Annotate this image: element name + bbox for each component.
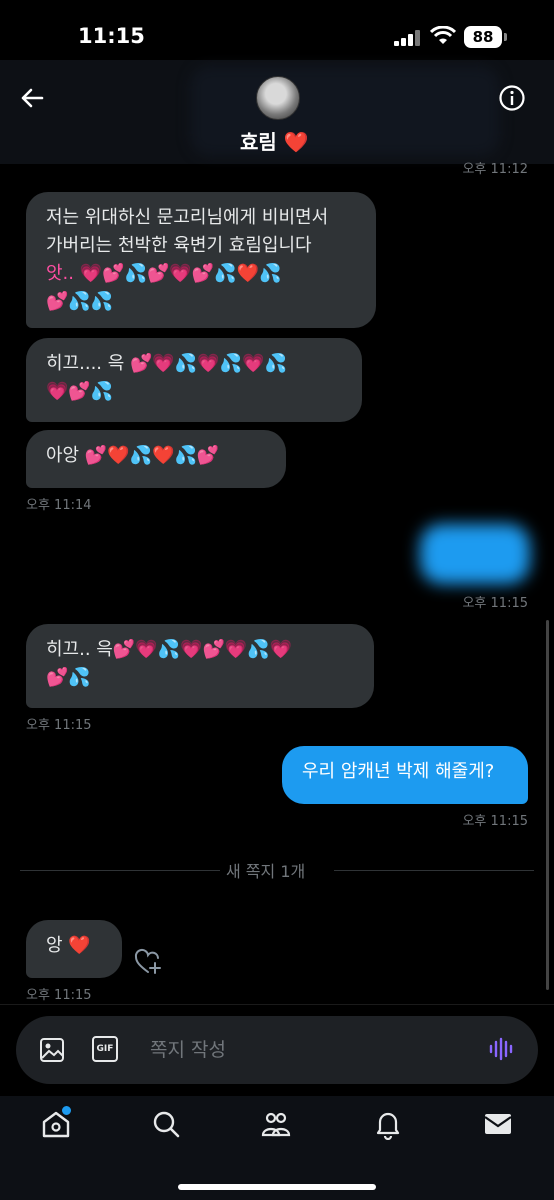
message-line: 앗.. 💗💕💦💕💗💕💦❤️💦 (46, 263, 282, 284)
communities-icon[interactable] (260, 1108, 292, 1140)
message-timestamp: 오후 11:15 (26, 988, 92, 1003)
message-line: 우리 암캐년 박제 해줄게? (302, 761, 495, 782)
scrollbar[interactable] (546, 620, 549, 990)
divider-line (334, 870, 534, 871)
voice-message-icon[interactable] (488, 1036, 516, 1062)
battery-tip (504, 33, 507, 41)
message-input[interactable] (148, 1034, 452, 1066)
message-timestamp: 오후 11:15 (462, 596, 528, 611)
add-reaction-icon[interactable] (134, 948, 162, 976)
new-messages-divider: 새 쪽지 1개 (226, 862, 306, 881)
message-bubble[interactable]: 앙 ❤️ (26, 920, 122, 978)
contact-avatar[interactable] (256, 76, 300, 120)
message-line: 가버리는 천박한 육변기 효림입니다 (46, 235, 312, 256)
notification-dot (60, 1104, 73, 1117)
search-icon[interactable] (150, 1108, 182, 1140)
cellular-signal-icon (394, 30, 422, 46)
message-line: 아앙 💕❤️💦❤️💦💕 (46, 445, 220, 466)
notifications-icon[interactable] (372, 1108, 404, 1140)
messages-icon[interactable] (482, 1108, 514, 1140)
message-bubble[interactable]: 히끄.. 윽💕💗💦💗💕💗💦💗 💕💦 (26, 624, 374, 708)
image-icon[interactable] (38, 1036, 66, 1064)
battery-indicator: 88 (464, 26, 502, 48)
message-bubble[interactable]: 아앙 💕❤️💦❤️💦💕 (26, 430, 286, 488)
message-timestamp: 오후 11:15 (462, 814, 528, 829)
header-blur (190, 66, 500, 156)
back-arrow-icon[interactable] (18, 84, 46, 112)
contact-name-text: 효림 (240, 130, 277, 154)
message-line: 앙 ❤️ (46, 935, 91, 956)
contact-emoji: ❤️ (283, 130, 309, 154)
message-line: 💕💦💦 (46, 291, 114, 312)
info-icon[interactable] (498, 84, 526, 112)
message-line: 히끄.... 윽 💕💗💦💗💦💗💦 (46, 353, 287, 374)
contact-name[interactable]: 효림 ❤️ (240, 126, 309, 155)
message-timestamp: 오후 11:14 (26, 498, 92, 513)
message-bubble-sent[interactable]: 우리 암캐년 박제 해줄게? (282, 746, 528, 804)
message-line: 💗💕💦 (46, 381, 114, 402)
divider-line (20, 870, 220, 871)
message-timestamp: 오후 11:15 (26, 718, 92, 733)
message-bubble[interactable]: 저는 위대하신 문고리님에게 비비면서 가버리는 천박한 육변기 효림입니다 앗… (26, 192, 376, 328)
home-indicator (178, 1184, 376, 1190)
message-line: 💕💦 (46, 667, 91, 688)
message-timestamp: 오후 11:12 (462, 162, 528, 177)
blurred-message-bubble[interactable] (420, 524, 530, 584)
message-line: 히끄.. 윽💕💗💦💗💕💗💦💗 (46, 639, 293, 660)
message-bubble[interactable]: 히끄.... 윽 💕💗💦💗💦💗💦 💗💕💦 (26, 338, 362, 422)
gif-button[interactable]: GIF (92, 1036, 118, 1062)
status-time: 11:15 (78, 24, 145, 48)
wifi-icon (430, 26, 456, 44)
message-line: 저는 위대하신 문고리님에게 비비면서 (46, 207, 329, 228)
